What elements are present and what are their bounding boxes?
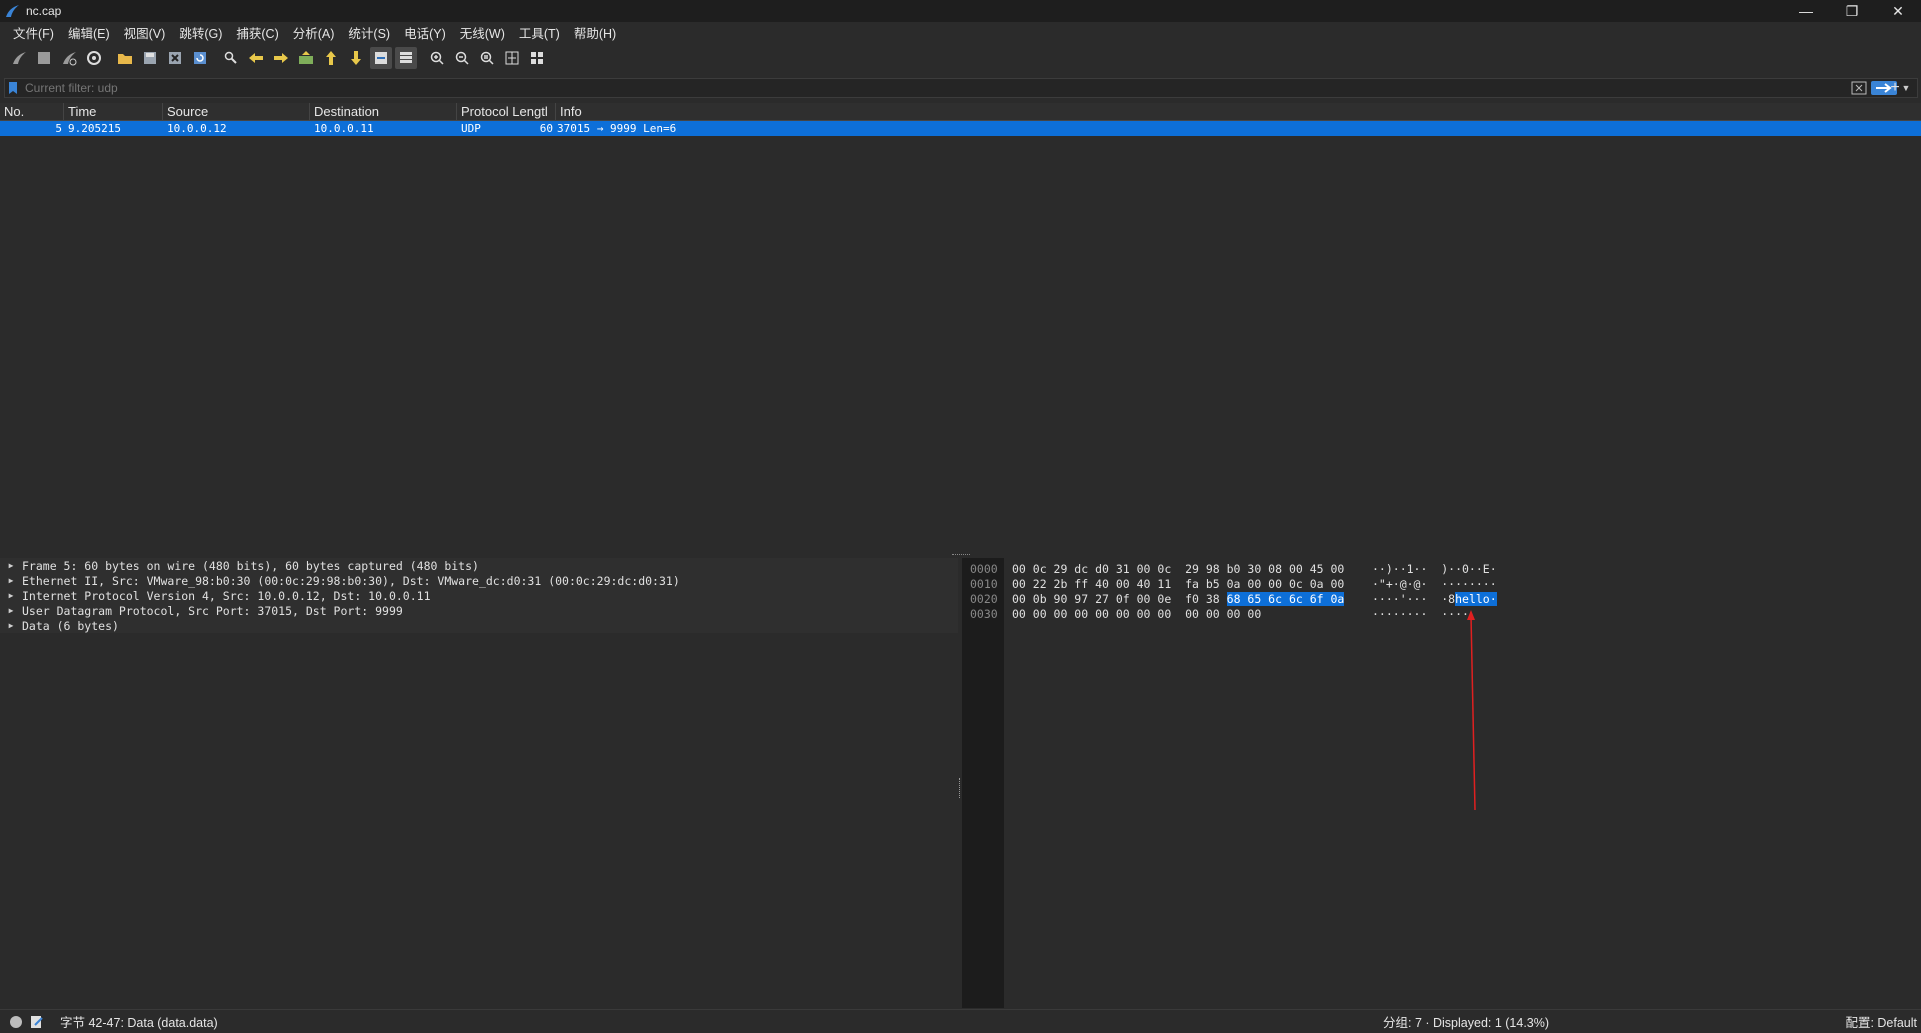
first-packet-icon[interactable] — [320, 47, 342, 69]
capture-comment-icon[interactable] — [30, 1015, 44, 1029]
cell-no: 5 — [55, 122, 62, 135]
hex-highlight: 68 65 6c 6c 6f 0a — [1226, 592, 1345, 606]
ascii-line-0000[interactable]: ··)··1·· )··0··E· — [1372, 562, 1497, 577]
bookmark-icon[interactable] — [5, 79, 21, 97]
hex-line-0000[interactable]: 00 0c 29 dc d0 31 00 0c 29 98 b0 30 08 0… — [1012, 562, 1344, 577]
packet-list-header: No. Time Source Destination Protocol Len… — [0, 103, 1921, 121]
status-bar: 字节 42-47: Data (data.data) 分组: 7 · Displ… — [0, 1009, 1921, 1033]
offset-0020: 0020 — [970, 592, 998, 606]
offset-column — [962, 558, 1004, 1008]
expand-arrow-icon[interactable]: ▶ — [0, 606, 22, 615]
maximize-button[interactable]: ❐ — [1829, 0, 1875, 22]
cell-source: 10.0.0.12 — [167, 122, 227, 135]
hex-line-0010[interactable]: 00 22 2b ff 40 00 40 11 fa b5 0a 00 00 0… — [1012, 577, 1344, 592]
capture-options-icon[interactable] — [83, 47, 105, 69]
menu-edit[interactable]: 编辑(E) — [61, 23, 117, 42]
close-button[interactable]: ✕ — [1875, 0, 1921, 22]
menu-telephony[interactable]: 电话(Y) — [397, 23, 453, 42]
menu-capture[interactable]: 捕获(C) — [229, 23, 285, 42]
annotation-arrow-icon — [1467, 610, 1476, 811]
ascii-highlight: hello· — [1455, 592, 1497, 606]
detail-row-frame[interactable]: ▶ Frame 5: 60 bytes on wire (480 bits), 6… — [0, 558, 958, 573]
clear-filter-icon[interactable] — [1851, 81, 1867, 95]
display-filter-bar: ▼ — [4, 78, 1918, 98]
open-file-icon[interactable] — [114, 47, 136, 69]
menu-view[interactable]: 视图(V) — [117, 23, 173, 42]
ascii-line-0020[interactable]: ····'··· ·8hello· — [1372, 592, 1497, 607]
title-bar: nc.cap — ❐ ✕ — [0, 0, 1921, 22]
expert-info-icon[interactable] — [10, 1015, 22, 1028]
status-packet-count: 分组: 7 · Displayed: 1 (14.3%) — [1383, 1016, 1550, 1030]
detail-row-ip[interactable]: ▶ Internet Protocol Version 4, Src: 10.0.… — [0, 588, 958, 603]
packet-row[interactable]: 5 9.205215 10.0.0.12 10.0.0.11 UDP 60 37… — [0, 121, 1921, 136]
restart-capture-icon[interactable] — [58, 47, 80, 69]
expand-arrow-icon[interactable]: ▶ — [0, 561, 22, 570]
column-header-info[interactable]: Info — [556, 103, 1921, 121]
hex-line-0030[interactable]: 00 00 00 00 00 00 00 00 00 00 00 00 — [1012, 607, 1261, 622]
auto-scroll-icon[interactable] — [370, 47, 392, 69]
cell-destination: 10.0.0.11 — [314, 122, 374, 135]
start-capture-icon[interactable] — [8, 47, 30, 69]
menu-analyze[interactable]: 分析(A) — [286, 23, 342, 42]
column-header-protocol-length[interactable]: Protocol Lengtl — [457, 103, 556, 121]
layout-grid-icon[interactable] — [526, 47, 548, 69]
column-header-source[interactable]: Source — [163, 103, 310, 121]
packet-list-pane: No. Time Source Destination Protocol Len… — [0, 103, 1921, 553]
last-packet-icon[interactable] — [345, 47, 367, 69]
colorize-icon[interactable] — [395, 47, 417, 69]
cell-info: 37015 → 9999 Len=6 — [557, 122, 677, 135]
reload-file-icon[interactable] — [189, 47, 211, 69]
hex-line-0020[interactable]: 00 0b 90 97 27 0f 00 0e f0 38 68 65 6c 6… — [1012, 592, 1345, 607]
pane-splitter-handle[interactable] — [952, 554, 970, 557]
column-header-time[interactable]: Time — [64, 103, 163, 121]
detail-row-ethernet[interactable]: ▶ Ethernet II, Src: VMware_98:b0:30 (00:0… — [0, 573, 958, 588]
menu-bar: 文件(F) 编辑(E) 视图(V) 跳转(G) 捕获(C) 分析(A) 统计(S… — [0, 22, 1921, 42]
cell-protocol: UDP — [461, 122, 481, 135]
offset-0010: 0010 — [970, 577, 998, 591]
detail-row-data[interactable]: ▶ Data (6 bytes) — [0, 618, 958, 633]
add-filter-button[interactable]: + — [1886, 79, 1904, 97]
expand-arrow-icon[interactable]: ▶ — [0, 576, 22, 585]
splitter-grip[interactable] — [959, 778, 961, 798]
menu-go[interactable]: 跳转(G) — [172, 23, 229, 42]
window-title: nc.cap — [26, 4, 62, 18]
packet-details-pane: ▶ Frame 5: 60 bytes on wire (480 bits), 6… — [0, 558, 958, 1008]
go-back-icon[interactable] — [245, 47, 267, 69]
menu-help[interactable]: 帮助(H) — [567, 23, 623, 42]
status-profile[interactable]: 配置: Default — [1845, 1012, 1917, 1031]
save-file-icon[interactable] — [139, 47, 161, 69]
stop-capture-icon[interactable] — [33, 47, 55, 69]
go-to-packet-icon[interactable] — [295, 47, 317, 69]
status-field-info: 字节 42-47: Data (data.data) — [60, 1016, 218, 1030]
cell-time: 9.205215 — [68, 122, 121, 135]
expand-arrow-icon[interactable]: ▶ — [0, 591, 22, 600]
resize-columns-icon[interactable] — [501, 47, 523, 69]
offset-0030: 0030 — [970, 607, 998, 621]
go-forward-icon[interactable] — [270, 47, 292, 69]
zoom-in-icon[interactable] — [426, 47, 448, 69]
zoom-reset-icon[interactable] — [476, 47, 498, 69]
display-filter-input[interactable] — [21, 81, 1851, 95]
menu-statistics[interactable]: 统计(S) — [341, 23, 397, 42]
zoom-out-icon[interactable] — [451, 47, 473, 69]
find-packet-icon[interactable] — [220, 47, 242, 69]
main-toolbar — [0, 45, 1921, 71]
detail-row-udp[interactable]: ▶ User Datagram Protocol, Src Port: 37015… — [0, 603, 958, 618]
offset-0000: 0000 — [970, 562, 998, 576]
menu-file[interactable]: 文件(F) — [6, 23, 61, 42]
ascii-line-0010[interactable]: ·"+·@·@· ········ — [1372, 577, 1497, 592]
expand-arrow-icon[interactable]: ▶ — [0, 621, 22, 630]
close-file-icon[interactable] — [164, 47, 186, 69]
cell-length: 60 — [539, 122, 553, 135]
packet-bytes-pane: 0000 00 0c 29 dc d0 31 00 0c 29 98 b0 30… — [962, 558, 1921, 1008]
menu-tools[interactable]: 工具(T) — [512, 23, 567, 42]
wireshark-fin-icon — [6, 5, 19, 17]
column-header-no[interactable]: No. — [0, 103, 64, 121]
minimize-button[interactable]: — — [1783, 0, 1829, 22]
column-header-destination[interactable]: Destination — [310, 103, 457, 121]
menu-wireless[interactable]: 无线(W) — [453, 23, 512, 42]
